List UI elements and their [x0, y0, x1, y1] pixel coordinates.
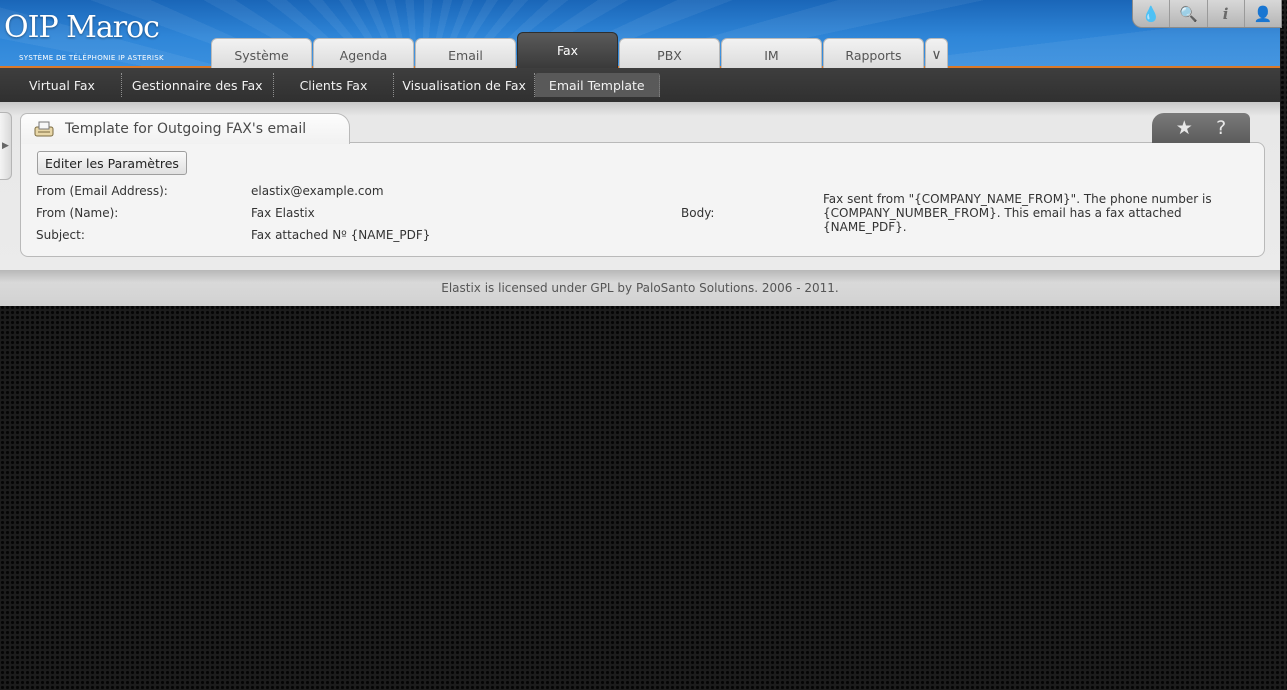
panel-title: Template for Outgoing FAX's email — [65, 121, 307, 137]
header-bar: OIP Maroc SYSTÈME DE TÉLÉPHONIE IP ASTER… — [0, 0, 1282, 68]
content-area: ▶ Template for Outgoing FAX's email ★ ? … — [0, 102, 1280, 270]
user-icon[interactable]: 👤 — [1245, 0, 1281, 27]
panel-title-tab: Template for Outgoing FAX's email — [20, 113, 350, 144]
subject-value: Fax attached Nº {NAME_PDF} — [251, 228, 431, 242]
chevron-down-icon[interactable]: ∨ — [925, 38, 948, 68]
drop-icon[interactable]: 💧 — [1133, 0, 1171, 27]
edit-parameters-button[interactable]: Editer les Paramètres — [37, 151, 187, 175]
body-value: Fax sent from "{COMPANY_NAME_FROM}". The… — [823, 192, 1212, 234]
logo-subtitle: SYSTÈME DE TÉLÉPHONIE IP ASTERISK — [19, 54, 164, 62]
subnav-item-visualisation-de-fax[interactable]: Visualisation de Fax — [394, 73, 535, 97]
logo[interactable]: OIP Maroc SYSTÈME DE TÉLÉPHONIE IP ASTER… — [0, 10, 205, 66]
main-tabs: Système Agenda Email Fax PBX IM Rapports… — [211, 32, 948, 68]
help-icon[interactable]: ? — [1216, 117, 1226, 139]
tab-fax[interactable]: Fax — [517, 32, 618, 68]
subnav-item-clients-fax[interactable]: Clients Fax — [274, 73, 395, 97]
footer: Elastix is licensed under GPL by PaloSan… — [0, 270, 1280, 306]
info-icon[interactable]: i — [1208, 0, 1245, 27]
tab-email[interactable]: Email — [415, 38, 516, 68]
tab-pbx[interactable]: PBX — [619, 38, 720, 68]
tab-im[interactable]: IM — [721, 38, 822, 68]
from-email-value: elastix@example.com — [251, 184, 384, 198]
panel-tools: ★ ? — [1152, 113, 1250, 143]
subnav-item-virtual-fax[interactable]: Virtual Fax — [10, 73, 122, 97]
top-icon-bar: 💧 🔍 i 👤 — [1132, 0, 1282, 28]
app-window: OIP Maroc SYSTÈME DE TÉLÉPHONIE IP ASTER… — [0, 0, 1282, 306]
from-name-label: From (Name): — [36, 206, 119, 220]
tab-rapports[interactable]: Rapports — [823, 38, 924, 68]
magnifier-icon[interactable]: 🔍 — [1170, 0, 1208, 27]
sub-navigation: Virtual Fax Gestionnaire des Fax Clients… — [0, 68, 1280, 102]
sidebar-toggle-icon[interactable]: ▶ — [0, 112, 12, 180]
from-email-label: From (Email Address): — [36, 184, 168, 198]
subnav-item-gestionnaire-des-fax[interactable]: Gestionnaire des Fax — [122, 73, 274, 97]
star-icon[interactable]: ★ — [1176, 117, 1193, 139]
body-label: Body: — [681, 206, 715, 220]
subnav-item-email-template[interactable]: Email Template — [534, 73, 660, 97]
logo-title: OIP Maroc — [4, 10, 160, 45]
tab-agenda[interactable]: Agenda — [313, 38, 414, 68]
fax-template-icon — [34, 121, 54, 137]
from-name-value: Fax Elastix — [251, 206, 315, 220]
subject-label: Subject: — [36, 228, 85, 242]
tab-systeme[interactable]: Système — [211, 38, 312, 68]
